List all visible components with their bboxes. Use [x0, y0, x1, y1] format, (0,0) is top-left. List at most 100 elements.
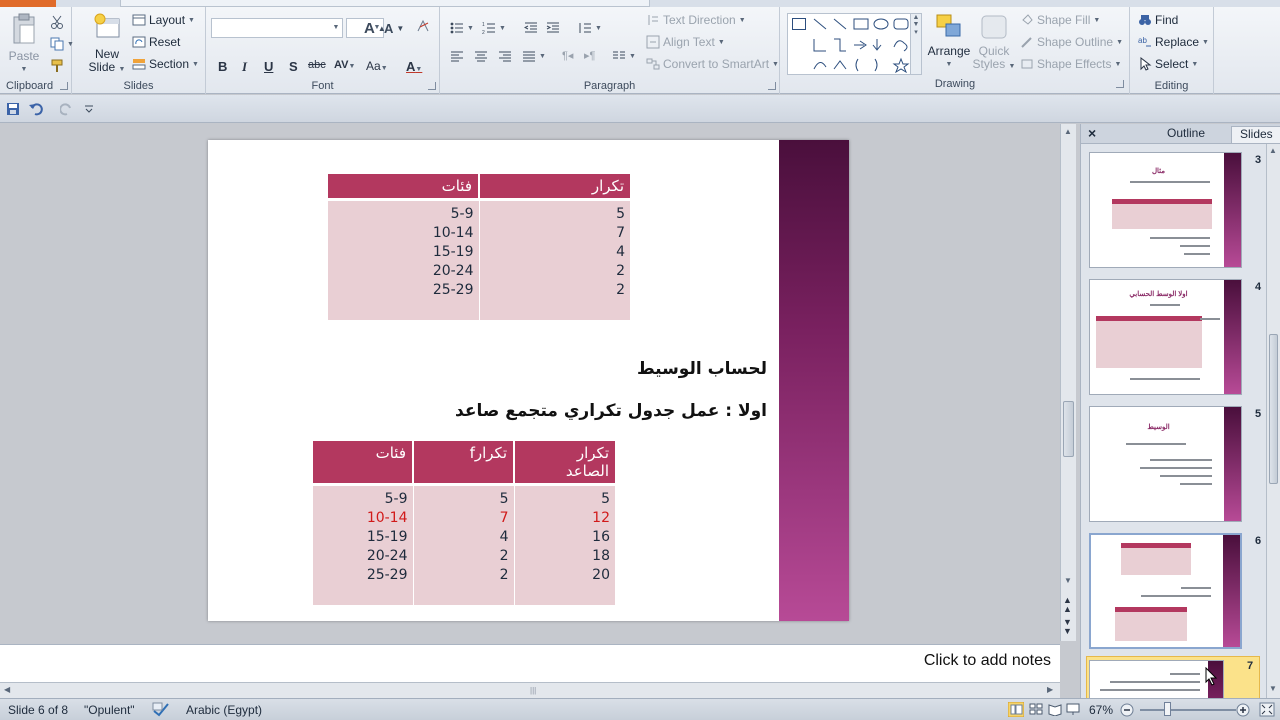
convert-smartart-button[interactable]: Convert to SmartArt ▼ [646, 57, 779, 71]
paste-button[interactable]: Paste ▼ [6, 13, 42, 76]
shape-outline-button[interactable]: Shape Outline ▼ [1020, 35, 1123, 49]
redo-icon[interactable] [60, 102, 74, 116]
strikethrough-button[interactable]: abc [308, 59, 326, 71]
pane-scroll-up-icon[interactable]: ▲ [1269, 146, 1277, 155]
quick-styles-button[interactable]: Quick Styles ▼ [972, 12, 1016, 73]
font-color-button[interactable]: A▼ [406, 59, 422, 74]
pane-scroll-down-icon[interactable]: ▼ [1269, 684, 1277, 693]
cumulative-frequency-table[interactable]: تكرار الصاعد تكرارf فئات 5 12 16 18 20 5… [313, 441, 615, 605]
tab-slides[interactable]: Slides [1231, 126, 1280, 143]
font-launcher[interactable] [428, 82, 436, 90]
align-center-button[interactable] [474, 49, 488, 63]
undo-icon[interactable] [28, 102, 48, 116]
shapes-gallery-scroll[interactable]: ▲ ▼ ▾ [910, 13, 922, 75]
scroll-down-icon[interactable]: ▼ [1064, 576, 1072, 585]
arrange-dropdown-icon[interactable]: ▼ [927, 58, 971, 71]
next-slide-icon[interactable]: ▼ ▼ [1063, 618, 1072, 636]
slide-show-icon[interactable] [1066, 703, 1080, 716]
change-case-button[interactable]: Aa▼ [366, 59, 388, 73]
align-right-button[interactable] [498, 49, 512, 63]
close-pane-icon[interactable]: × [1088, 125, 1096, 141]
tab-outline[interactable]: Outline [1167, 126, 1205, 140]
zoom-level[interactable]: 67% [1089, 703, 1113, 717]
increase-indent-button[interactable] [546, 21, 560, 35]
arrange-button[interactable]: Arrange ▼ [927, 12, 971, 71]
align-left-button[interactable] [450, 49, 464, 63]
normal-view-icon[interactable] [1008, 702, 1024, 717]
font-name-dropdown-icon[interactable]: ▼ [330, 19, 342, 37]
frequency-table[interactable]: تكرار فئات 5 7 4 2 2 5-9 10-14 15-19 20-… [328, 174, 630, 320]
shapes-gallery[interactable] [787, 13, 911, 75]
shadow-button[interactable]: S [289, 59, 298, 74]
slide-thumbnail-7[interactable]: 7 [1086, 656, 1260, 700]
drawing-launcher[interactable] [1116, 80, 1124, 88]
thumbnail-text-line [1126, 443, 1186, 445]
zoom-slider-knob[interactable] [1164, 702, 1171, 716]
italic-button[interactable]: I [242, 59, 247, 75]
decrease-indent-button[interactable] [524, 21, 538, 35]
shape-effects-button[interactable]: Shape Effects ▼ [1020, 57, 1121, 71]
textbox-shape-icon[interactable] [792, 18, 806, 30]
slide-sorter-icon[interactable] [1029, 703, 1043, 716]
table-cell: 5 [499, 491, 509, 507]
save-icon[interactable] [6, 102, 20, 116]
previous-slide-icon[interactable]: ▲ ▲ [1063, 596, 1072, 614]
cut-button[interactable] [50, 15, 64, 29]
numbering-button[interactable]: 1 2 ▼ [482, 21, 506, 35]
zoom-in-icon[interactable] [1236, 703, 1250, 717]
notes-pane[interactable]: Click to add notes [0, 644, 1060, 682]
grow-font-icon[interactable]: A ▲ [364, 20, 386, 37]
scroll-right-icon[interactable]: ▶ [1047, 685, 1053, 694]
paste-dropdown-icon[interactable]: ▼ [6, 63, 42, 76]
hscroll-grip-icon[interactable]: ||| [530, 686, 536, 695]
bullets-button[interactable]: ▼ [450, 21, 474, 35]
character-spacing-button[interactable]: AV▼ [334, 59, 355, 71]
fit-to-window-icon[interactable] [1259, 702, 1275, 717]
layout-button[interactable]: Layout ▼ [132, 13, 195, 27]
pane-vertical-scrollbar[interactable]: ▲ ▼ [1266, 144, 1280, 698]
notes-placeholder[interactable]: Click to add notes [924, 652, 1051, 670]
underline-button[interactable]: U [264, 59, 273, 74]
rtl-button[interactable]: ▸¶ [584, 49, 595, 62]
pane-scroll-thumb[interactable] [1269, 334, 1278, 484]
shape-fill-button[interactable]: Shape Fill ▼ [1020, 13, 1100, 27]
home-tab[interactable] [120, 0, 650, 7]
align-text-button[interactable]: Align Text ▼ [646, 35, 725, 49]
slide-scroll-thumb[interactable] [1063, 401, 1074, 457]
zoom-slider-track[interactable] [1140, 709, 1236, 711]
ltr-button[interactable]: ¶◂ [562, 49, 573, 62]
copy-button[interactable]: ▼ [50, 37, 74, 51]
paragraph-launcher[interactable] [768, 82, 776, 90]
thumbnail-bar [1224, 407, 1241, 521]
spelling-check-icon[interactable] [152, 702, 170, 717]
thumbnail-text-line [1180, 483, 1212, 485]
line-spacing-button[interactable]: ▼ [578, 21, 602, 35]
format-painter-button[interactable] [50, 59, 64, 73]
bold-button[interactable]: B [218, 59, 227, 74]
slide-vertical-scrollbar[interactable]: ▲ ▼ ▲ ▲ ▼ ▼ [1060, 124, 1076, 641]
line-spacing-icon [579, 23, 591, 33]
slide-canvas[interactable]: تكرار فئات 5 7 4 2 2 5-9 10-14 15-19 20-… [208, 140, 849, 621]
clipboard-launcher[interactable] [60, 82, 68, 90]
text-direction-button[interactable]: Text Direction ▼ [646, 13, 746, 27]
theme-name[interactable]: "Opulent" [84, 703, 135, 717]
language-indicator[interactable]: Arabic (Egypt) [186, 703, 262, 717]
reset-button[interactable]: Reset [132, 35, 180, 49]
select-button[interactable]: Select ▼ [1138, 57, 1198, 71]
columns-button[interactable]: ▼ [612, 49, 636, 63]
find-button[interactable]: Find [1138, 13, 1178, 27]
horizontal-scrollbar[interactable]: ◀ ||| ▶ [0, 682, 1060, 698]
clear-formatting-icon[interactable] [416, 19, 430, 33]
scroll-left-icon[interactable]: ◀ [4, 685, 10, 694]
zoom-out-icon[interactable] [1120, 703, 1134, 717]
reading-view-icon[interactable] [1048, 703, 1062, 716]
shrink-font-icon[interactable]: A ▼ [384, 21, 404, 36]
section-button[interactable]: Section ▼ [132, 57, 199, 71]
new-slide-button[interactable]: New Slide ▼ [86, 13, 128, 76]
scroll-up-icon[interactable]: ▲ [1064, 127, 1072, 136]
replace-button[interactable]: ab Replace ▼ [1138, 35, 1209, 49]
customize-qat-icon[interactable] [84, 103, 94, 115]
justify-button[interactable]: ▼ [522, 49, 546, 63]
file-tab[interactable] [0, 0, 56, 7]
font-name-combo[interactable]: ▼ [211, 18, 343, 38]
